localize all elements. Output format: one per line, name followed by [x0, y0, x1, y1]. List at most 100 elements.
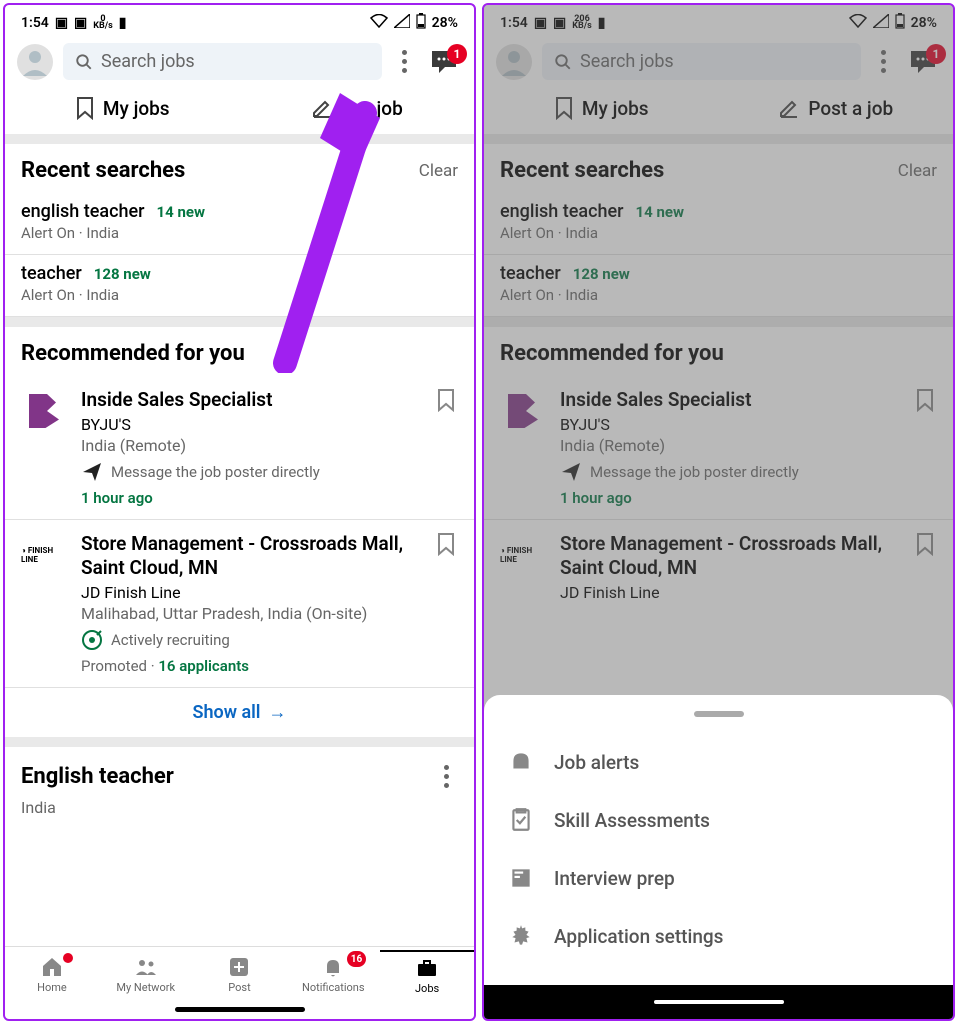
sheet-item-interview-prep[interactable]: Interview prep: [484, 849, 953, 907]
gear-icon: [508, 923, 534, 949]
chat-badge: 1: [447, 44, 467, 64]
pip-icon: ▣: [534, 15, 547, 31]
data-speed: 0KB/s: [93, 16, 112, 30]
messaging-button[interactable]: 1: [426, 49, 462, 75]
chat-badge: 1: [926, 44, 946, 64]
recent-search-item[interactable]: teacher128 new Alert On · India: [5, 255, 474, 317]
wifi-icon: [370, 14, 388, 32]
save-job-button[interactable]: [915, 532, 937, 602]
post-job-button[interactable]: st a job: [240, 96, 475, 120]
clear-button[interactable]: Clear: [898, 161, 937, 181]
note-icon: [508, 865, 534, 891]
bookmark-icon: [554, 96, 574, 120]
save-job-button[interactable]: [915, 388, 937, 507]
nav-post[interactable]: Post: [193, 951, 287, 999]
bell-icon: [508, 749, 534, 775]
battery-icon: [895, 13, 905, 33]
signal-icon: [394, 14, 410, 32]
quick-actions: My jobs Post a job: [484, 86, 953, 134]
send-icon: [560, 461, 582, 483]
sheet-item-application-settings[interactable]: Application settings: [484, 907, 953, 965]
nav-home[interactable]: Home: [5, 951, 99, 999]
company-logo: [21, 388, 67, 434]
avatar[interactable]: [496, 44, 532, 80]
briefcase-icon: [415, 956, 439, 980]
recent-search-item[interactable]: teacher128 new Alert On · India: [484, 255, 953, 317]
pip-icon: ▣: [55, 15, 68, 31]
search-icon: [75, 53, 93, 71]
system-nav-bar: [484, 985, 953, 1019]
status-time: 1:54: [21, 15, 49, 31]
my-jobs-button[interactable]: My jobs: [5, 96, 240, 120]
search-icon: [554, 53, 572, 71]
messaging-button[interactable]: 1: [905, 49, 941, 75]
send-icon: [81, 461, 103, 483]
search-input[interactable]: Search jobs: [63, 43, 382, 80]
bottom-navigation: Home My Network Post 16 Notifications Jo…: [5, 946, 474, 999]
phone-left: 1:54 ▣ ▣ 0KB/s ▮ 28% Search jobs 1: [3, 3, 476, 1021]
bookmark-icon: [75, 96, 95, 120]
recommended-header: Recommended for you: [484, 327, 953, 376]
company-logo: ◑ FINISH LINE: [500, 532, 546, 578]
job-card[interactable]: Inside Sales Specialist BYJU'S India (Re…: [5, 376, 474, 520]
arrow-right-icon: →: [269, 702, 287, 723]
phone-right: 1:54 ▣ ▣ 206KB/s ▮ 28% Search jobs 1: [482, 3, 955, 1021]
gesture-bar[interactable]: [175, 1007, 305, 1012]
home-icon: [40, 955, 64, 979]
signal-icon: [873, 14, 889, 32]
status-bar: 1:54 ▣ ▣ 206KB/s ▮ 28%: [484, 5, 953, 37]
job-card[interactable]: ◑ FINISH LINE Store Management - Crossro…: [5, 520, 474, 688]
battery-pct: 28%: [432, 15, 458, 31]
recent-searches-header: Recent searches Clear: [484, 144, 953, 193]
search-placeholder: Search jobs: [580, 51, 674, 72]
sheet-item-skill-assessments[interactable]: Skill Assessments: [484, 791, 953, 849]
header: Search jobs 1: [484, 37, 953, 86]
search-input[interactable]: Search jobs: [542, 43, 861, 80]
tag-icon: ▮: [119, 15, 127, 31]
people-icon: [134, 955, 158, 979]
pip-icon: ▣: [553, 15, 566, 31]
wifi-icon: [849, 14, 867, 32]
status-time: 1:54: [500, 15, 528, 31]
bottom-sheet: Job alerts Skill Assessments Interview p…: [484, 695, 953, 1019]
recommended-header: Recommended for you: [5, 327, 474, 376]
company-logo: [500, 388, 546, 434]
nav-jobs[interactable]: Jobs: [380, 950, 474, 999]
job-card[interactable]: Inside Sales Specialist BYJU'S India (Re…: [484, 376, 953, 520]
section-more-button[interactable]: [434, 761, 458, 792]
notification-dot: [63, 953, 73, 963]
sheet-item-job-alerts[interactable]: Job alerts: [484, 733, 953, 791]
save-job-button[interactable]: [436, 532, 458, 675]
recent-search-item[interactable]: english teacher14 new Alert On · India: [484, 193, 953, 255]
post-job-button[interactable]: Post a job: [719, 96, 954, 120]
edit-icon: [311, 97, 333, 119]
avatar[interactable]: [17, 44, 53, 80]
nav-network[interactable]: My Network: [99, 951, 193, 999]
nav-notifications[interactable]: 16 Notifications: [286, 951, 380, 999]
edit-icon: [778, 97, 800, 119]
more-menu-button[interactable]: [392, 46, 416, 77]
company-logo: ◑ FINISH LINE: [21, 532, 67, 578]
my-jobs-button[interactable]: My jobs: [484, 96, 719, 120]
status-bar: 1:54 ▣ ▣ 0KB/s ▮ 28%: [5, 5, 474, 37]
notif-badge: 16: [347, 951, 366, 967]
more-menu-button[interactable]: [871, 46, 895, 77]
bell-icon: [321, 955, 345, 979]
gesture-bar[interactable]: [654, 1000, 784, 1004]
job-card[interactable]: ◑ FINISH LINE Store Management - Crossro…: [484, 520, 953, 614]
tag-icon: ▮: [598, 15, 606, 31]
recent-search-item[interactable]: english teacher14 new Alert On · India: [5, 193, 474, 255]
recent-title: Recent searches: [21, 158, 185, 183]
show-all-button[interactable]: Show all →: [5, 688, 474, 737]
data-speed: 206KB/s: [572, 16, 591, 30]
header: Search jobs 1: [5, 37, 474, 86]
sheet-handle[interactable]: [694, 711, 744, 717]
recent-searches-header: Recent searches Clear: [5, 144, 474, 193]
battery-pct: 28%: [911, 15, 937, 31]
clipboard-icon: [508, 807, 534, 833]
search-section-header: English teacher: [5, 747, 474, 798]
battery-icon: [416, 13, 426, 33]
save-job-button[interactable]: [436, 388, 458, 507]
clear-button[interactable]: Clear: [419, 161, 458, 181]
pip-icon: ▣: [74, 15, 87, 31]
